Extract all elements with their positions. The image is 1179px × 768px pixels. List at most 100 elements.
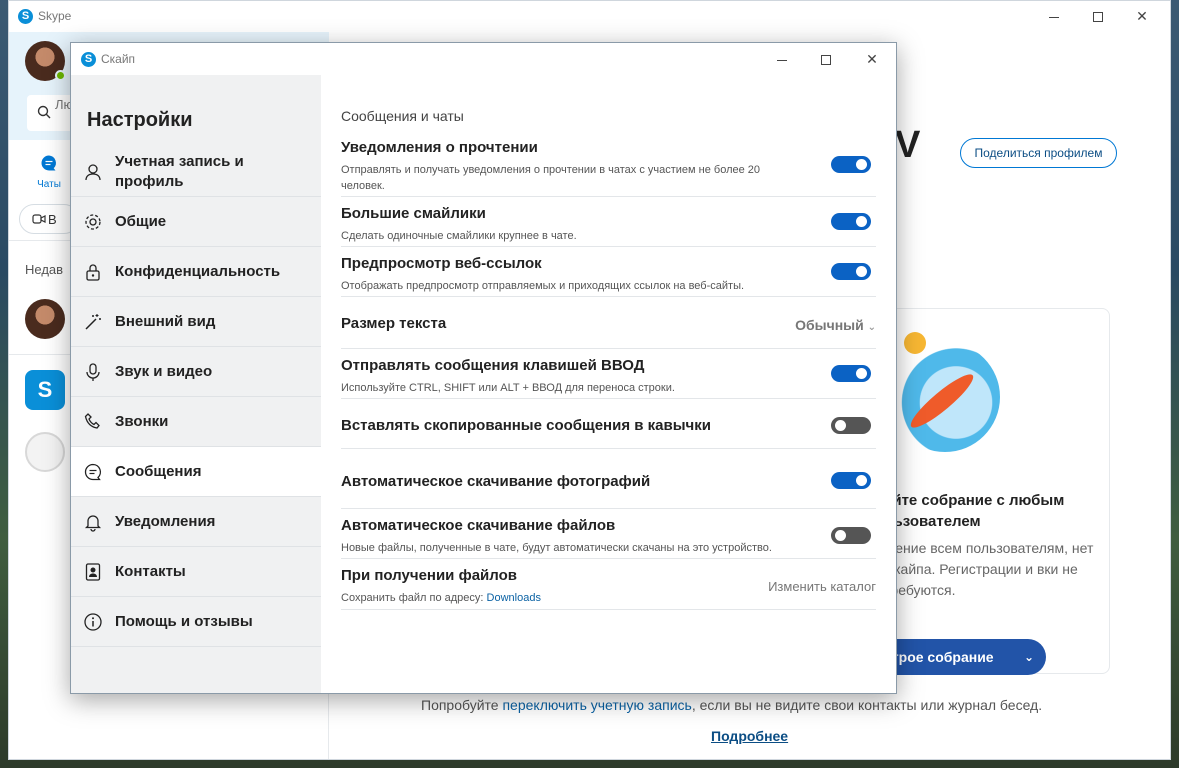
setting-description: Сохранить файл по адресу: Downloads (341, 590, 801, 606)
menu-item-privacy[interactable]: Конфиденциальность (71, 247, 321, 297)
downloads-folder-link[interactable]: Downloads (487, 592, 541, 604)
settings-content: Сообщения и чаты Уведомления о прочтении… (321, 75, 896, 693)
chevron-down-icon[interactable]: ⌄ (1024, 639, 1034, 675)
video-camera-icon (32, 214, 46, 224)
menu-label: Учетная запись и профиль (115, 153, 244, 190)
card-title: уйте собрание с любым льзователем (884, 492, 1065, 530)
profile-name-fragment: V (895, 124, 921, 166)
switch-account-hint: Попробуйте переключить учетную запись, е… (421, 697, 1121, 713)
search-icon (37, 105, 51, 119)
setting-title: Предпросмотр веб-ссылок (341, 255, 542, 272)
learn-more-link[interactable]: Подробнее (711, 728, 788, 744)
setting-auto-download-files: Автоматическое скачивание файлов Новые ф… (341, 517, 876, 559)
menu-item-audio-video[interactable]: Звук и видео (71, 347, 321, 397)
surfer-illustration (904, 332, 926, 354)
info-icon (84, 613, 102, 631)
menu-label: Общие (115, 213, 167, 230)
skype-logo-icon: S (18, 9, 33, 24)
menu-item-appearance[interactable]: Внешний вид (71, 297, 321, 347)
settings-dialog: S Скайп ✕ Настройки Учетная запись и про… (70, 42, 897, 694)
menu-item-calls[interactable]: Звонки (71, 397, 321, 447)
setting-description: Используйте CTRL, SHIFT или ALT + ВВОД д… (341, 382, 675, 394)
meet-now-label: В (48, 212, 57, 227)
large-emoticons-toggle[interactable] (831, 213, 871, 230)
send-enter-toggle[interactable] (831, 365, 871, 382)
menu-item-account[interactable]: Учетная запись и профиль (71, 147, 321, 197)
person-icon (85, 164, 101, 181)
lock-icon (86, 264, 100, 281)
nav-chats[interactable]: Чаты (29, 154, 69, 190)
setting-description: Новые файлы, полученные в чате, будут ав… (341, 542, 772, 554)
setting-title: Автоматическое скачивание файлов (341, 517, 616, 534)
menu-item-messages[interactable]: Сообщения (71, 447, 321, 497)
setting-text-size: Размер текста Обычный ⌄ (341, 297, 876, 349)
read-receipts-toggle[interactable] (831, 156, 871, 173)
dialog-close-button[interactable]: ✕ (850, 48, 894, 70)
settings-title: Настройки (87, 109, 193, 131)
setting-auto-download-photos: Автоматическое скачивание фотографий (341, 449, 876, 509)
setting-quote-paste: Вставлять скопированные сообщения в кавы… (341, 399, 876, 449)
setting-description: Сделать одиночные смайлики крупнее в чат… (341, 230, 577, 242)
chat-bubble-icon (84, 463, 102, 481)
main-titlebar: S Skype ✕ (9, 1, 1170, 32)
bell-icon (84, 515, 102, 532)
menu-label: Контакты (115, 563, 186, 580)
menu-label: Помощь и отзывы (115, 613, 253, 630)
menu-item-help[interactable]: Помощь и отзывы (71, 597, 321, 647)
setting-description: Отправлять и получать уведомления о проч… (341, 164, 761, 192)
menu-item-notifications[interactable]: Уведомления (71, 497, 321, 547)
setting-title: Уведомления о прочтении (341, 139, 538, 156)
magic-wand-icon (85, 314, 101, 330)
setting-receive-files: При получении файлов Сохранить файл по а… (341, 567, 876, 610)
gear-icon (85, 214, 101, 230)
text-size-value: Обычный (795, 317, 864, 333)
setting-title: Отправлять сообщения клавишей ВВОД (341, 357, 645, 374)
bot-contact-icon[interactable] (25, 432, 65, 472)
menu-label: Звонки (115, 413, 169, 430)
dialog-titlebar: S Скайп ✕ (71, 43, 896, 75)
setting-description: Отображать предпросмотр отправляемых и п… (341, 280, 745, 292)
settings-sidebar: Настройки Учетная запись и профиль Общие… (71, 75, 321, 693)
quick-meeting-label: строе собрание (884, 649, 994, 665)
chat-icon (41, 155, 56, 171)
menu-label: Конфиденциальность (115, 263, 281, 280)
recent-chats-label: Недав (25, 262, 64, 277)
chevron-down-icon: ⌄ (867, 322, 876, 333)
minimize-button[interactable] (1032, 5, 1076, 27)
menu-item-general[interactable]: Общие (71, 197, 321, 247)
dialog-minimize-button[interactable] (760, 48, 804, 70)
phone-icon (84, 413, 100, 429)
menu-label: Звук и видео (115, 363, 213, 380)
skype-contact-icon[interactable]: S (25, 370, 65, 410)
switch-account-link[interactable]: переключить учетную запись (502, 697, 691, 713)
contact-card-icon (85, 563, 101, 581)
change-folder-button[interactable]: Изменить каталог (768, 579, 876, 594)
microphone-icon (86, 363, 100, 381)
setting-title: Вставлять скопированные сообщения в кавы… (341, 417, 711, 434)
share-profile-button[interactable]: Поделиться профилем (960, 138, 1117, 168)
close-button[interactable]: ✕ (1120, 5, 1164, 27)
setting-title: Размер текста (341, 315, 447, 332)
settings-menu: Учетная запись и профиль Общие Конфиденц… (71, 147, 321, 647)
switch-hint-prefix: Попробуйте (421, 697, 503, 713)
text-size-dropdown[interactable]: Обычный ⌄ (795, 317, 876, 333)
setting-send-enter: Отправлять сообщения клавишей ВВОД Испол… (341, 357, 876, 399)
card-description: шение всем пользователям, нет Скайпа. Ре… (884, 540, 1094, 598)
save-path-label: Сохранить файл по адресу: (341, 592, 487, 604)
switch-hint-suffix: , если вы не видите свои контакты или жу… (691, 697, 1043, 713)
contact-avatar[interactable] (25, 299, 65, 339)
quote-paste-toggle[interactable] (831, 417, 871, 434)
dialog-maximize-button[interactable] (804, 48, 848, 70)
setting-large-emoticons: Большие смайлики Сделать одиночные смайл… (341, 205, 876, 247)
auto-download-files-toggle[interactable] (831, 527, 871, 544)
maximize-button[interactable] (1076, 5, 1120, 27)
menu-label: Сообщения (115, 463, 202, 480)
auto-download-photos-toggle[interactable] (831, 472, 871, 489)
setting-title: Автоматическое скачивание фотографий (341, 473, 651, 490)
menu-item-contacts[interactable]: Контакты (71, 547, 321, 597)
skype-logo-icon: S (81, 52, 96, 67)
link-preview-toggle[interactable] (831, 263, 871, 280)
nav-chats-label: Чаты (37, 179, 61, 190)
section-title: Сообщения и чаты (341, 108, 464, 124)
setting-title: Большие смайлики (341, 205, 486, 222)
